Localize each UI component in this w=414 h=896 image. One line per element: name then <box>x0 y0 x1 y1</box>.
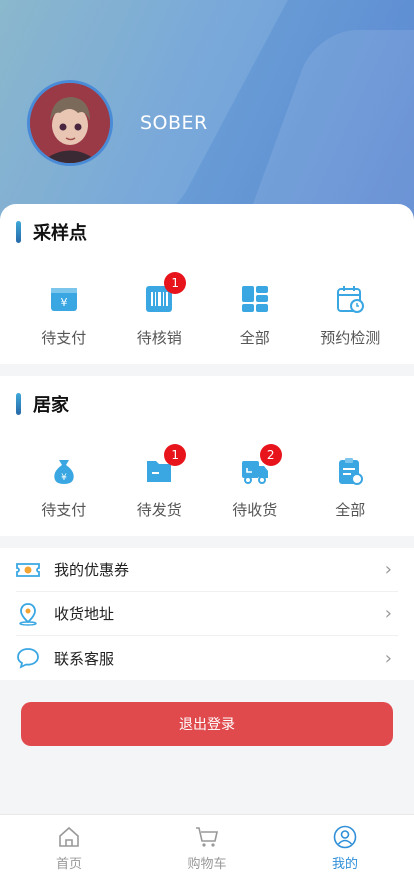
sampling-item-book-test[interactable]: 预约检测 <box>303 284 399 348</box>
sampling-section: 采样点 ¥ 待支付 1 待核销 全部 预约检测 <box>0 204 414 364</box>
svg-text:¥: ¥ <box>61 473 67 483</box>
svg-text:¥: ¥ <box>60 296 67 309</box>
home-grid: ¥ 待支付 1 待发货 2 待收货 全部 <box>16 444 399 520</box>
money-bag-icon: ¥ <box>49 456 79 486</box>
bottom-tab-bar: 首页 购物车 我的 <box>0 814 414 896</box>
wallet-icon: ¥ <box>49 284 79 314</box>
item-label: 全部 <box>335 501 366 519</box>
chevron-right-icon: › <box>384 647 392 669</box>
logout-button[interactable]: 退出登录 <box>21 702 393 746</box>
section-accent-bar <box>16 393 21 415</box>
barcode-icon: 1 <box>144 272 187 314</box>
count-badge: 1 <box>164 272 187 294</box>
menu-list: 我的优惠券 › 收货地址 › 联系客服 › <box>0 548 414 680</box>
home-item-pending-ship[interactable]: 1 待发货 <box>112 444 208 520</box>
section-title: 采样点 <box>33 223 87 244</box>
grid-icon <box>240 284 270 314</box>
cart-icon <box>195 825 219 849</box>
truck-icon: 2 <box>240 444 282 486</box>
sampling-item-pending-verify[interactable]: 1 待核销 <box>112 272 208 348</box>
box-icon: 1 <box>144 444 187 486</box>
home-item-pending-payment[interactable]: ¥ 待支付 <box>16 456 112 520</box>
item-label: 全部 <box>239 329 270 347</box>
count-badge: 1 <box>164 444 187 466</box>
section-title: 居家 <box>33 395 69 416</box>
tab-label: 我的 <box>331 857 358 872</box>
sampling-item-pending-payment[interactable]: ¥ 待支付 <box>16 284 112 348</box>
calendar-icon <box>335 284 365 314</box>
tab-home[interactable]: 首页 <box>0 815 138 896</box>
menu-item-coupons[interactable]: 我的优惠券 › <box>16 548 398 592</box>
tab-cart[interactable]: 购物车 <box>138 815 276 896</box>
menu-label: 联系客服 <box>54 649 115 668</box>
chevron-right-icon: › <box>384 603 392 624</box>
tab-label: 购物车 <box>187 857 227 872</box>
tab-mine[interactable]: 我的 <box>276 815 414 896</box>
sampling-grid: ¥ 待支付 1 待核销 全部 预约检测 <box>16 272 399 348</box>
menu-item-support[interactable]: 联系客服 › <box>16 636 398 680</box>
home-item-pending-receive[interactable]: 2 待收货 <box>207 444 303 520</box>
home-icon <box>57 825 81 849</box>
tab-label: 首页 <box>55 857 82 872</box>
item-label: 待支付 <box>41 329 87 347</box>
item-label: 待核销 <box>136 329 182 347</box>
chat-icon <box>16 646 40 670</box>
section-header: 居家 <box>16 392 69 416</box>
section-accent-bar <box>16 221 21 243</box>
avatar[interactable] <box>27 80 113 166</box>
user-icon <box>333 825 357 849</box>
username: SOBER <box>140 112 208 134</box>
menu-label: 我的优惠券 <box>54 561 130 579</box>
location-icon <box>16 602 40 626</box>
item-label: 待收货 <box>232 501 278 519</box>
home-section: 居家 ¥ 待支付 1 待发货 2 待收货 全部 <box>0 376 414 536</box>
avatar-image <box>30 83 110 163</box>
section-header: 采样点 <box>16 220 87 244</box>
home-item-all[interactable]: 全部 <box>303 456 399 520</box>
coupon-icon <box>16 558 40 582</box>
item-label: 待发货 <box>136 501 182 519</box>
clipboard-icon <box>335 456 365 486</box>
menu-label: 收货地址 <box>54 605 115 623</box>
item-label: 预约检测 <box>320 329 381 347</box>
count-badge: 2 <box>259 444 282 466</box>
menu-item-address[interactable]: 收货地址 › <box>16 592 398 636</box>
chevron-right-icon: › <box>384 559 392 580</box>
sampling-item-all[interactable]: 全部 <box>207 284 303 348</box>
header-decoration <box>243 30 414 230</box>
item-label: 待支付 <box>41 501 87 519</box>
